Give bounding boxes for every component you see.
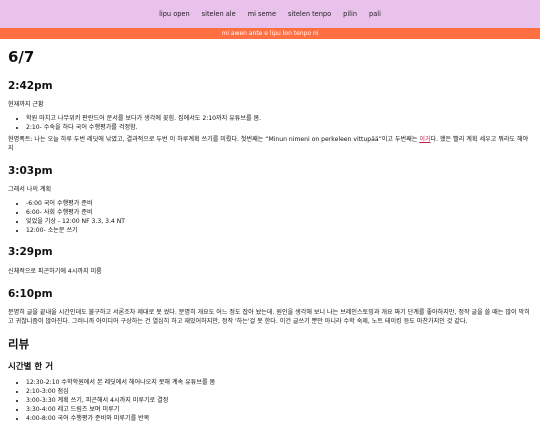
list-item: 12:00- 소논문 쓰기 — [26, 227, 532, 236]
entry-list: 학원 마치고 나무위키 판란드어 문서를 보다가 생각에 꽂힘. 집에서도 2:… — [8, 115, 532, 133]
list-item: 12:30-2:10 수학학원에서 본 레딧에서 헤어나오지 못해 계속 유튜브… — [26, 379, 532, 388]
review-subheading: 시간별 한 거 — [8, 362, 54, 373]
list-item: 2:10- 수숙을 하다 국어 수행평가를 걱정함. — [26, 124, 532, 133]
notice-banner: mi awen ante e lipu lon tenpo ni — [0, 28, 540, 39]
entry-6-10pm: 6:10pm 분명히 글을 끝내을 시간인데도 불구하고 서론조차 제대로 못 … — [8, 287, 532, 327]
notice-banner-text: mi awen ante e lipu lon tenpo ni — [221, 30, 319, 37]
entry-intro: 그래서 나의 계획 — [8, 186, 52, 194]
entry-2-42pm: 2:42pm 현재까지 근황 학원 마치고 나무위키 판란드어 문서를 보다가 … — [8, 79, 532, 154]
entry-3-29pm: 3:29pm 신체적으로 피곤하기에 4시까지 미룸 — [8, 245, 532, 276]
top-nav: lipu open sitelen ale mi seme sitelen te… — [0, 0, 540, 28]
review-heading: 리뷰 — [8, 337, 30, 352]
review-list: 12:30-2:10 수학학원에서 본 레딧에서 헤어나오지 못해 계속 유튜브… — [8, 379, 532, 423]
list-item: 학원 마치고 나무위키 판란드어 문서를 보다가 생각에 꽂힘. 집에서도 2:… — [26, 115, 532, 124]
entry-heading: 6:10pm — [8, 287, 53, 300]
paragraph-text: 현명폭트: 나는 오늘 하루 두번 레딧에 낚였고, 결과적으로 두번 이 하루… — [8, 136, 420, 144]
entry-heading: 2:42pm — [8, 79, 53, 92]
page-title: 6/7 — [8, 48, 35, 66]
nav-link-sitelen-ale[interactable]: sitelen ale — [202, 10, 236, 18]
nav-link-mi-seme[interactable]: mi seme — [248, 10, 276, 18]
entry-heading: 3:03pm — [8, 165, 53, 178]
nav-link-lipu-open[interactable]: lipu open — [159, 10, 190, 18]
list-item: 4:00-8:00 국어 수행평가 준비와 미루기를 반복 — [26, 415, 532, 424]
nav-link-pali[interactable]: pali — [369, 10, 381, 18]
entry-3-03pm: 3:03pm 그래서 나의 계획 -6:00 국어 수행평가 준비 6:00- … — [8, 164, 532, 235]
entry-intro: 신체적으로 피곤하기에 4시까지 미룸 — [8, 267, 102, 275]
inline-link[interactable]: 이거 — [419, 136, 430, 143]
entry-intro: 현재까지 근황 — [8, 100, 44, 108]
entry-list: -6:00 국어 수행평가 준비 6:00- 사회 수행평가 준비 잊었을 기상… — [8, 200, 532, 235]
entry-paragraph: 분명히 글을 끝내을 시간인데도 불구하고 서론조차 제대로 못 썼다. 분명히… — [8, 308, 530, 325]
list-item: -6:00 국어 수행평가 준비 — [26, 200, 532, 209]
list-item: 6:00- 사회 수행평가 준비 — [26, 209, 532, 218]
list-item: 3:30-4:00 레고 드림즈 보며 미루기 — [26, 406, 532, 415]
entry-heading: 3:29pm — [8, 246, 53, 259]
main-content: 6/7 2:42pm 현재까지 근황 학원 마치고 나무위키 판란드어 문서를 … — [0, 47, 540, 424]
review-section: 리뷰 시간별 한 거 12:30-2:10 수학학원에서 본 레딧에서 헤어나오… — [8, 336, 532, 423]
entry-paragraph: 현명폭트: 나는 오늘 하루 두번 레딧에 낚였고, 결과적으로 두번 이 하루… — [8, 136, 532, 154]
nav-link-sitelen-tenpo[interactable]: sitelen tenpo — [288, 10, 331, 18]
nav-link-pilin[interactable]: pilin — [343, 10, 357, 18]
list-item: 2:10-3:00 점심 — [26, 388, 532, 397]
list-item: 잊었을 기상 - 12:00 NF 3.3, 3.4 NT — [26, 218, 532, 227]
